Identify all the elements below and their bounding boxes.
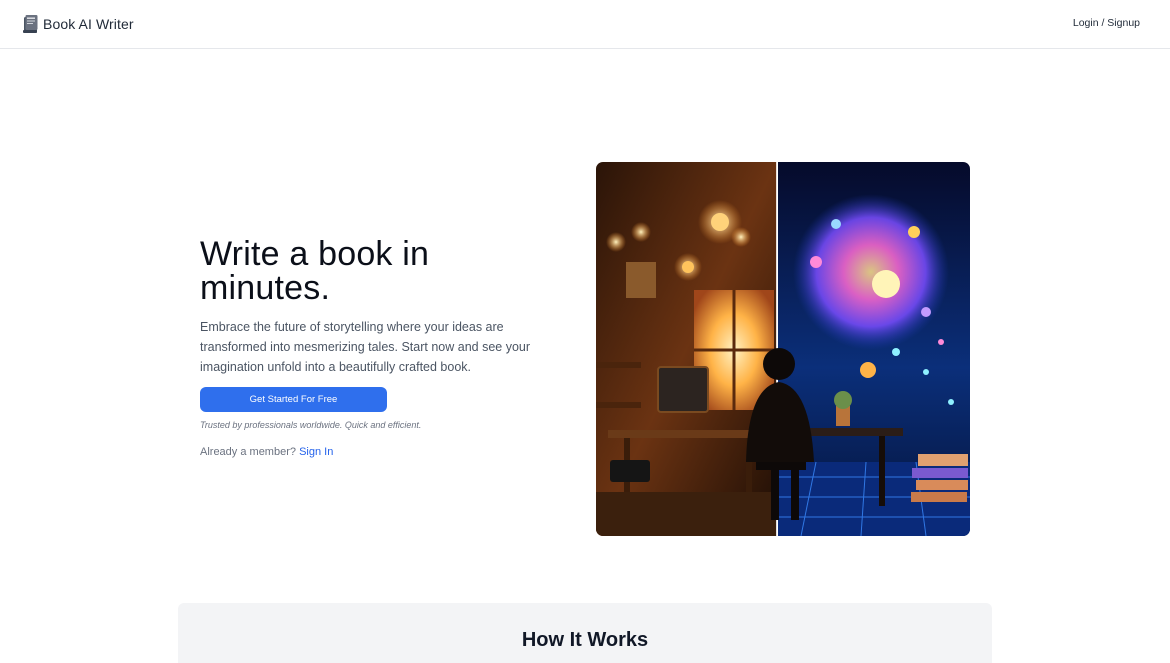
trust-note: Trusted by professionals worldwide. Quic… [200, 420, 422, 430]
get-started-button[interactable]: Get Started For Free [200, 387, 387, 412]
book-icon [23, 15, 38, 33]
login-signup-link[interactable]: Login / Signup [1073, 17, 1140, 29]
how-it-works-section: How It Works [178, 603, 992, 663]
top-navbar: Book AI Writer Login / Signup [0, 0, 1170, 49]
brand-name: Book AI Writer [43, 16, 134, 32]
how-it-works-title: How It Works [521, 629, 649, 651]
hero-title: Write a book in minutes. [200, 235, 430, 307]
hero-subtitle: Embrace the future of storytelling where… [200, 320, 531, 374]
member-prompt-text: Already a member? [200, 446, 296, 458]
brand-logo-link[interactable]: Book AI Writer [22, 13, 134, 35]
member-prompt: Already a member? Sign In [200, 446, 333, 458]
hero-illustration [596, 162, 970, 536]
sign-in-link[interactable]: Sign In [299, 446, 333, 458]
